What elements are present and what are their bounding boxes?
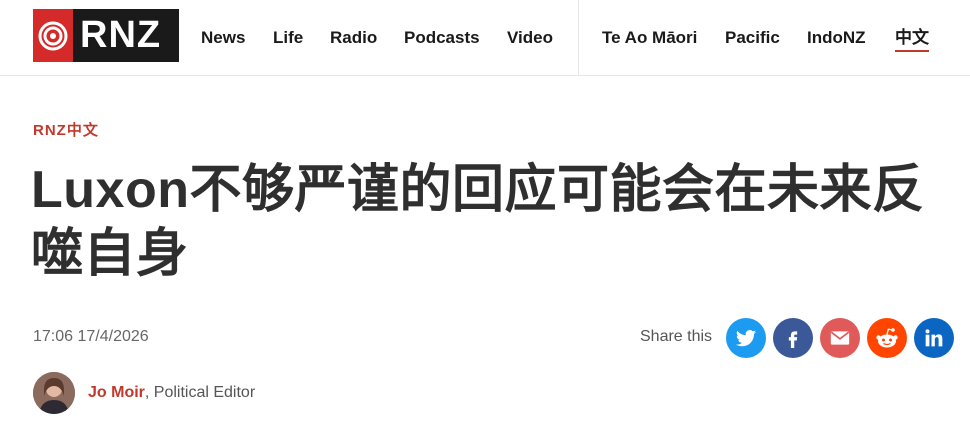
author-avatar[interactable] <box>33 372 75 414</box>
nav-news[interactable]: News <box>201 26 245 50</box>
share-twitter-button[interactable] <box>726 318 766 358</box>
nav-life[interactable]: Life <box>273 26 303 50</box>
nav-radio[interactable]: Radio <box>330 26 377 50</box>
nav-video[interactable]: Video <box>507 26 553 50</box>
author-name-link[interactable]: Jo Moir <box>88 384 145 401</box>
nav-pacific[interactable]: Pacific <box>725 26 780 50</box>
share-reddit-button[interactable] <box>867 318 907 358</box>
nav-te-ao-maori[interactable]: Te Ao Māori <box>602 26 697 50</box>
site-header: RNZ News Life Radio Podcasts Video Te Ao… <box>0 0 970 76</box>
reddit-icon <box>876 328 898 348</box>
share-facebook-button[interactable] <box>773 318 813 358</box>
author-role: , Political Editor <box>144 384 256 401</box>
nav-divider <box>578 0 579 76</box>
linkedin-icon <box>925 329 943 347</box>
rnz-logo-mark-icon <box>33 9 73 62</box>
nav-chinese[interactable]: 中文 <box>895 26 929 52</box>
article-timestamp: 17:06 17/4/2026 <box>33 328 149 345</box>
rnz-logo[interactable]: RNZ <box>33 9 179 62</box>
nav-indonz[interactable]: IndoNZ <box>807 26 866 50</box>
section-kicker[interactable]: RNZ中文 <box>33 119 99 140</box>
facebook-icon <box>788 331 798 348</box>
article-byline: Jo Moir, Political Editor <box>88 384 255 402</box>
share-label: Share this <box>640 328 713 345</box>
article-headline: Luxon不够严谨的回应可能会在未来反噬自身 <box>31 161 925 283</box>
share-linkedin-button[interactable] <box>914 318 954 358</box>
author-photo <box>33 372 75 414</box>
nav-podcasts[interactable]: Podcasts <box>404 26 480 50</box>
share-email-button[interactable] <box>820 318 860 358</box>
logo-text: RNZ <box>80 14 162 56</box>
twitter-icon <box>735 330 757 347</box>
email-icon <box>830 331 850 345</box>
